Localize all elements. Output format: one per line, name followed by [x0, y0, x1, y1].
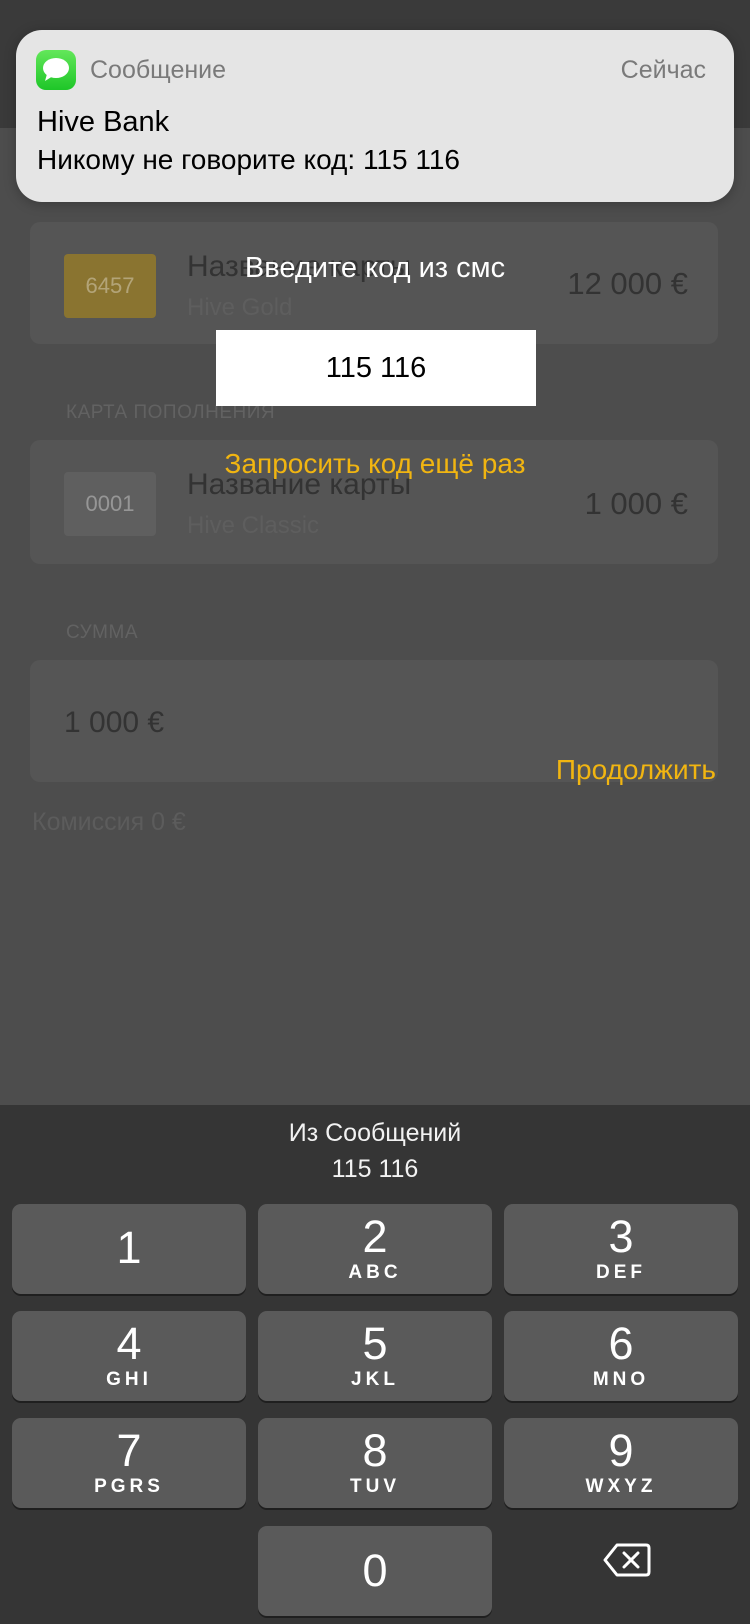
key-letters: GHI: [106, 1369, 152, 1390]
key-digit: 3: [608, 1211, 634, 1262]
messages-icon: [36, 50, 76, 90]
card-subtitle: Hive Gold: [187, 294, 293, 321]
key-digit: 7: [116, 1425, 142, 1476]
key-9[interactable]: 9 WXYZ: [504, 1418, 738, 1508]
key-3[interactable]: 3 DEF: [504, 1204, 738, 1294]
key-digit: 4: [116, 1318, 142, 1369]
resend-code-button[interactable]: Запросить код ещё раз: [0, 448, 750, 480]
key-6[interactable]: 6 MNO: [504, 1311, 738, 1401]
key-digit: 0: [362, 1545, 388, 1596]
key-letters: PGRS: [94, 1476, 164, 1497]
key-letters: ABC: [348, 1262, 402, 1283]
key-1[interactable]: 1: [12, 1204, 246, 1294]
card-amount: 1 000 €: [584, 486, 688, 521]
key-5[interactable]: 5 JKL: [258, 1311, 492, 1401]
notification-time: Сейчас: [620, 56, 706, 84]
card-chip: 0001: [64, 472, 156, 536]
backspace-icon: [603, 1542, 651, 1583]
suggestion-code: 115 116: [331, 1155, 419, 1183]
sms-code-input[interactable]: 115 116: [216, 330, 536, 406]
key-digit: 8: [362, 1425, 388, 1476]
key-letters: MNO: [592, 1369, 650, 1390]
key-letters: WXYZ: [585, 1476, 657, 1497]
key-digit: 1: [116, 1222, 142, 1273]
key-7[interactable]: 7 PGRS: [12, 1418, 246, 1508]
key-digit: 5: [362, 1318, 388, 1369]
sms-notification[interactable]: Сообщение Сейчас Hive Bank Никому не гов…: [16, 30, 734, 202]
commission-label: Комиссия 0 €: [32, 808, 186, 836]
key-4[interactable]: 4 GHI: [12, 1311, 246, 1401]
suggestion-source: Из Сообщений: [288, 1119, 462, 1147]
key-letters: DEF: [596, 1262, 646, 1283]
continue-button[interactable]: Продолжить: [556, 754, 716, 786]
autofill-suggestion[interactable]: Из Сообщений 115 116: [0, 1115, 750, 1187]
key-digit: 6: [608, 1318, 634, 1369]
sum-section-label: СУММА: [66, 622, 138, 643]
sms-code-title: Введите код из смс: [244, 252, 506, 284]
key-0[interactable]: 0: [258, 1526, 492, 1616]
notification-app-name: Сообщение: [90, 56, 227, 84]
key-letters: TUV: [350, 1476, 400, 1497]
key-8[interactable]: 8 TUV: [258, 1418, 492, 1508]
key-letters: JKL: [351, 1369, 399, 1390]
notification-body: Никому не говорите код: 115 116: [37, 144, 461, 175]
card-subtitle: Hive Classic: [187, 512, 320, 539]
notification-sender: Hive Bank: [37, 106, 170, 138]
key-digit: 2: [362, 1211, 388, 1262]
sum-value: 1 000 €: [64, 706, 165, 739]
backspace-key[interactable]: [582, 1532, 672, 1592]
key-digit: 9: [608, 1425, 634, 1476]
key-2[interactable]: 2 ABC: [258, 1204, 492, 1294]
